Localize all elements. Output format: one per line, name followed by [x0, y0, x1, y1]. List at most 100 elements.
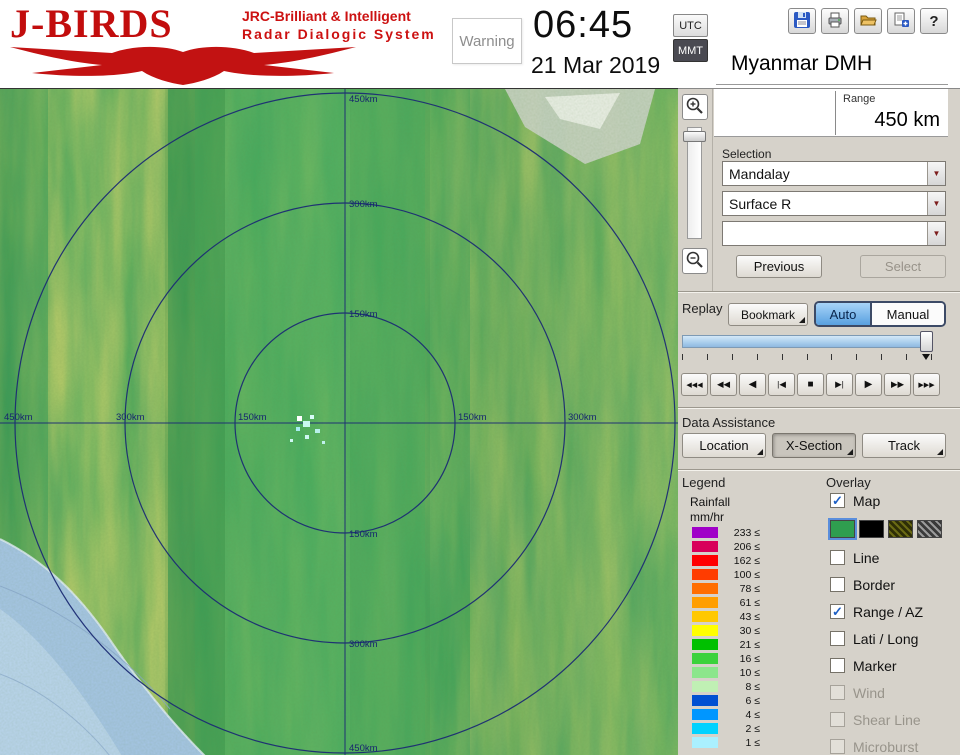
save-button[interactable]	[788, 8, 816, 34]
legend-color-swatch	[692, 639, 718, 650]
timezone-mmt-button[interactable]: MMT	[673, 39, 708, 62]
ring-label: 450km	[4, 412, 33, 423]
print-icon	[826, 11, 844, 32]
overlay-item-border[interactable]: Border	[830, 576, 956, 593]
select-button[interactable]: Select	[860, 255, 946, 278]
legend-color-swatch	[692, 695, 718, 706]
checkbox[interactable]	[830, 577, 845, 592]
map-style-olive-pattern[interactable]	[888, 520, 913, 538]
legend-row: 10 ≤	[692, 667, 760, 679]
manual-mode-button[interactable]: Manual	[872, 303, 944, 325]
playback-rewind-button[interactable]: ◀◀	[710, 373, 737, 396]
site-dropdown[interactable]: Mandalay ▼	[722, 161, 946, 186]
step-back-icon: ◀	[748, 379, 757, 390]
zoom-panel-divider	[712, 89, 713, 293]
zoom-in-icon	[685, 96, 705, 119]
assist-track-button[interactable]: Track	[862, 433, 946, 458]
data-assistance-label: Data Assistance	[682, 415, 776, 430]
overlay-section-label: Overlay	[826, 475, 871, 490]
overlay-item-wind: Wind	[830, 684, 956, 701]
ruler-tick	[782, 354, 783, 360]
previous-button[interactable]: Previous	[736, 255, 822, 278]
legend-row: 30 ≤	[692, 625, 760, 637]
product-dropdown-value: Surface R	[729, 195, 792, 212]
checkbox[interactable]	[830, 658, 845, 673]
site-dropdown-button[interactable]: ▼	[927, 162, 945, 185]
checkbox	[830, 739, 845, 754]
playback-forward-button[interactable]: ▶▶	[884, 373, 911, 396]
legend-row: 206 ≤	[692, 541, 760, 553]
app-logo-title: J-BIRDS	[10, 1, 173, 46]
extra-dropdown-button[interactable]: ▼	[927, 222, 945, 245]
auto-mode-button[interactable]: Auto	[816, 303, 872, 325]
assist-button-label: X-Section	[785, 438, 843, 453]
overlay-item-map[interactable]: ✓ Map	[830, 493, 956, 509]
export-icon	[892, 11, 910, 32]
legend-threshold-value: 233 ≤	[733, 526, 760, 539]
radar-map[interactable]: 450km 300km 150km 150km 300km 450km 450km 300km…	[0, 89, 678, 755]
legend-color-swatch	[692, 723, 718, 734]
radar-map-area[interactable]: 450km 300km 150km 150km 300km 450km 450km 300km…	[0, 88, 678, 755]
playback-last-frame-button[interactable]: ▶|	[826, 373, 853, 396]
open-file-button[interactable]	[854, 8, 882, 34]
legend-threshold-value: 162 ≤	[733, 554, 760, 567]
selection-section-label: Selection	[722, 147, 772, 161]
product-dropdown-button[interactable]: ▼	[927, 192, 945, 215]
logo-subtitle-2: Radar Dialogic System	[242, 26, 436, 42]
legend-color-swatch	[692, 555, 718, 566]
extra-dropdown[interactable]: ▼	[722, 221, 946, 246]
assist-location-button[interactable]: Location	[682, 433, 766, 458]
corner-menu-icon	[937, 449, 943, 455]
zoom-in-button[interactable]	[682, 94, 708, 120]
bookmark-label: Bookmark	[740, 307, 796, 322]
overlay-item-label: Border	[853, 576, 896, 593]
header-bar: J-BIRDS JRC-Brilliant & Intelligent Rada…	[0, 0, 960, 88]
overlay-item-line[interactable]: Line	[830, 550, 956, 566]
print-button[interactable]	[821, 8, 849, 34]
zoom-slider-track[interactable]	[687, 127, 702, 239]
playback-stop-button[interactable]: ■	[797, 373, 824, 396]
playback-step-back-button[interactable]: ◀	[739, 373, 766, 396]
export-button[interactable]	[887, 8, 915, 34]
overlay-item-microburst: Microburst	[830, 739, 956, 755]
checkbox[interactable]	[830, 550, 845, 565]
legend-color-swatch	[692, 611, 718, 622]
checkbox[interactable]: ✓	[830, 604, 845, 619]
bookmark-button[interactable]: Bookmark	[728, 303, 808, 326]
playback-fast-forward-button[interactable]: ▶▶▶	[913, 373, 940, 396]
map-style-gray-hatch[interactable]	[917, 520, 942, 538]
legend-row: 2 ≤	[692, 723, 760, 735]
playback-step-forward-button[interactable]: ▶	[855, 373, 882, 396]
assist-x-section-button[interactable]: X-Section	[772, 433, 856, 458]
assist-button-label: Track	[887, 438, 921, 453]
corner-menu-icon	[847, 449, 853, 455]
legend-row: 100 ≤	[692, 569, 760, 581]
checkbox[interactable]: ✓	[830, 493, 845, 508]
help-button[interactable]: ?	[920, 8, 948, 34]
map-style-black[interactable]	[859, 520, 884, 538]
overlay-item-marker[interactable]: Marker	[830, 658, 956, 674]
replay-timeline-track[interactable]	[682, 335, 932, 348]
overlay-item-label: Wind	[853, 684, 885, 701]
zoom-out-button[interactable]	[682, 248, 708, 274]
timezone-utc-button[interactable]: UTC	[673, 14, 708, 37]
product-dropdown[interactable]: Surface R ▼	[722, 191, 946, 216]
fast-rewind-icon: ◀◀◀	[686, 381, 703, 389]
playback-first-frame-button[interactable]: |◀	[768, 373, 795, 396]
overlay-item-range-az[interactable]: ✓ Range / AZ	[830, 604, 956, 620]
checkbox[interactable]	[830, 631, 845, 646]
last-frame-icon: ▶|	[835, 379, 844, 389]
legend-color-swatch	[692, 527, 718, 538]
zoom-slider-handle[interactable]	[683, 131, 706, 142]
overlay-item-lati-long[interactable]: Lati / Long	[830, 631, 956, 647]
legend-threshold-value: 4 ≤	[745, 708, 760, 721]
legend-threshold-value: 6 ≤	[745, 694, 760, 707]
replay-section-label: Replay	[682, 301, 723, 316]
replay-timeline-handle[interactable]	[920, 331, 933, 352]
map-style-terrain-green[interactable]	[830, 520, 855, 538]
warning-indicator[interactable]: Warning	[452, 18, 522, 64]
step-forward-icon: ▶	[864, 379, 873, 390]
toolbar: ?	[788, 8, 948, 34]
playback-fast-rewind-button[interactable]: ◀◀◀	[681, 373, 708, 396]
checkbox	[830, 712, 845, 727]
